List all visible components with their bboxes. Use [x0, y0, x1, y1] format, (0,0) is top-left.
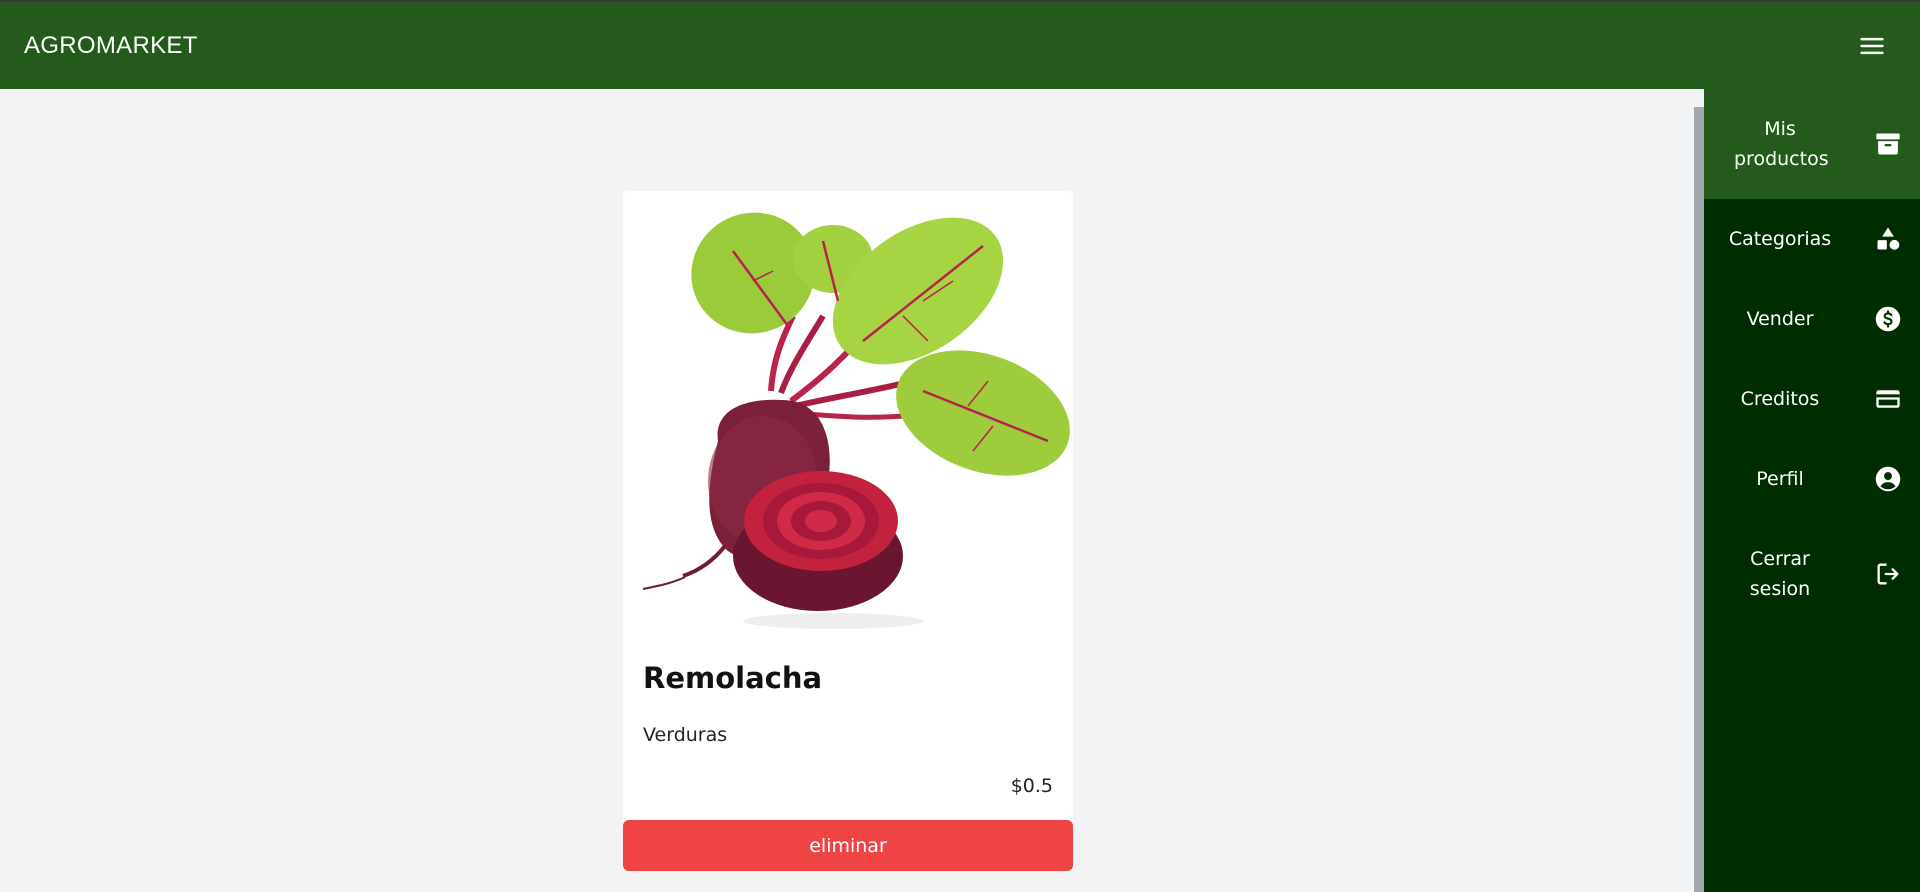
- scrollbar-track: [1694, 89, 1704, 107]
- brand-logo-text[interactable]: AGROMARKET: [24, 32, 198, 60]
- sidebar-item-cerrar-sesion[interactable]: Cerrar sesion: [1704, 519, 1920, 629]
- delete-product-button[interactable]: eliminar: [623, 820, 1073, 871]
- dollar-circle-icon: [1875, 306, 1901, 332]
- sidebar: Mis productos Categorias Vender Creditos…: [1704, 89, 1920, 892]
- sidebar-item-label: Mis productos: [1734, 118, 1829, 170]
- sidebar-item-mis-productos[interactable]: Mis productos: [1704, 89, 1920, 199]
- sidebar-item-vender[interactable]: Vender: [1704, 279, 1920, 359]
- archive-box-icon: [1876, 133, 1900, 155]
- sidebar-item-label: Cerrar sesion: [1749, 548, 1811, 600]
- sidebar-item-label: Creditos: [1740, 388, 1820, 410]
- user-circle-icon: [1875, 466, 1901, 492]
- sidebar-item-label: Categorias: [1728, 228, 1832, 250]
- product-name: Remolacha: [643, 661, 823, 695]
- page-scrollbar[interactable]: [1694, 107, 1704, 892]
- product-category: Verduras: [643, 724, 728, 746]
- sidebar-item-creditos[interactable]: Creditos: [1704, 359, 1920, 439]
- top-navbar: AGROMARKET: [0, 2, 1920, 89]
- sidebar-item-perfil[interactable]: Perfil: [1704, 439, 1920, 519]
- product-price: $0.5: [1010, 775, 1053, 797]
- hamburger-menu-icon: [1860, 37, 1884, 54]
- logout-icon: [1877, 563, 1899, 585]
- shapes-icon: [1877, 227, 1900, 250]
- sidebar-item-label: Perfil: [1756, 468, 1804, 490]
- credit-card-icon: [1876, 390, 1900, 408]
- beetroot-image: [623, 191, 1073, 641]
- product-card: Remolacha Verduras $0.5: [623, 191, 1073, 871]
- hamburger-menu-button[interactable]: [1850, 24, 1894, 68]
- sidebar-item-label: Vender: [1746, 308, 1814, 330]
- sidebar-item-categorias[interactable]: Categorias: [1704, 199, 1920, 279]
